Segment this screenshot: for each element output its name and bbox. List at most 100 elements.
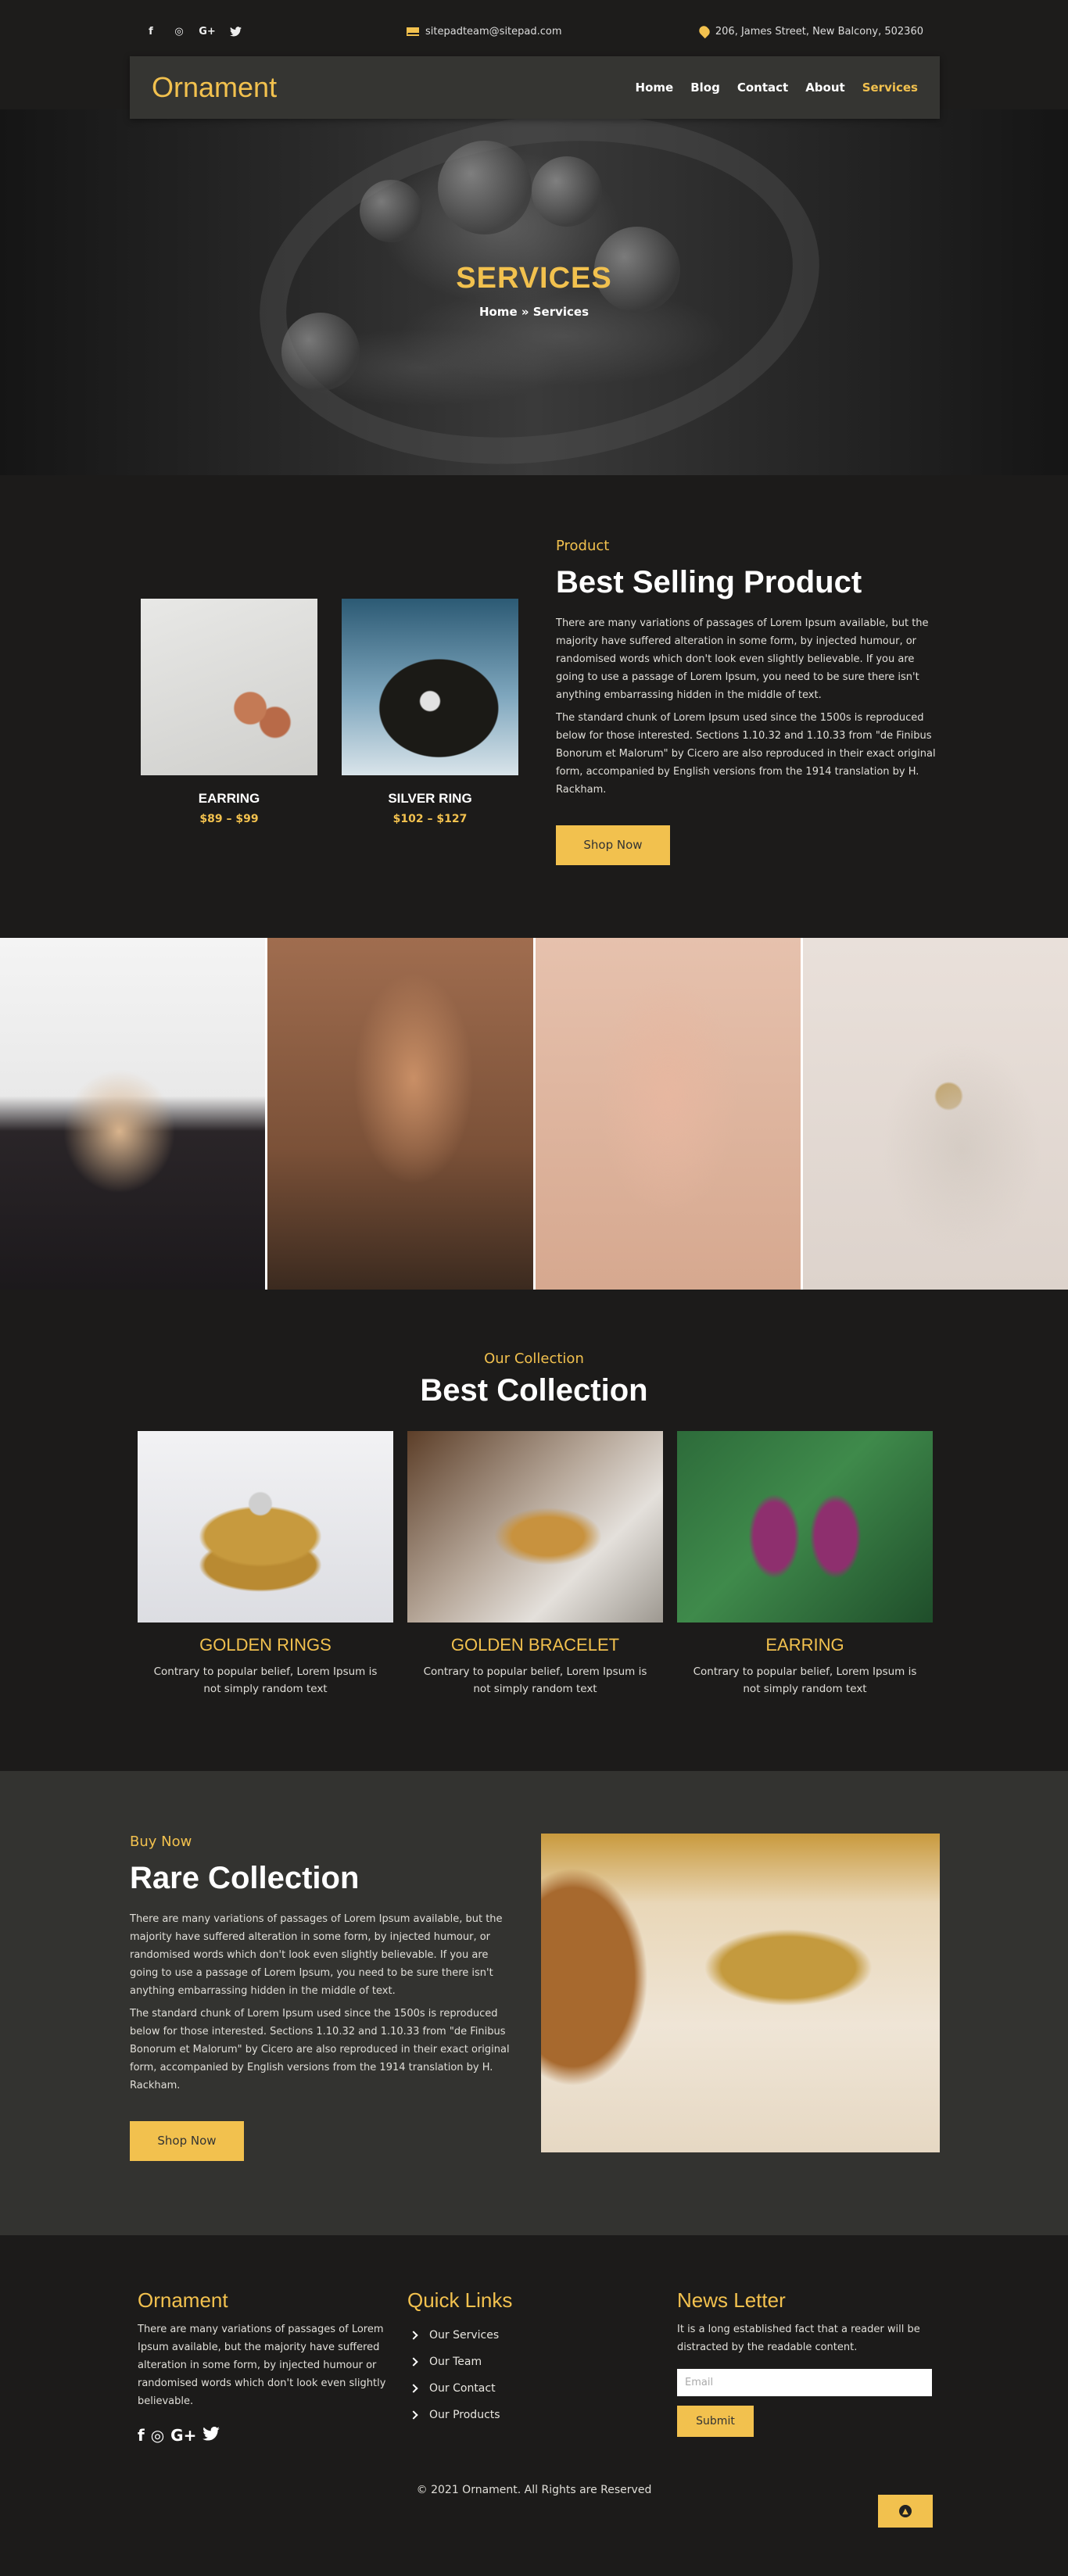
- quick-link-label[interactable]: Our Contact: [429, 2375, 496, 2402]
- address-text: 206, James Street, New Balcony, 502360: [715, 25, 923, 38]
- section-eyebrow: Product: [556, 538, 610, 554]
- chevron-right-icon: [409, 2331, 418, 2340]
- twitter-icon[interactable]: [229, 25, 242, 38]
- footer-brand: Ornament: [138, 2288, 228, 2312]
- rare-collection-text: Buy Now Rare Collection There are many v…: [130, 1834, 513, 2161]
- collection-name[interactable]: EARRING: [677, 1635, 933, 1655]
- footer-about-text: There are many variations of passages of…: [138, 2324, 386, 2407]
- section-title: Rare Collection: [130, 1861, 360, 1895]
- breadcrumb[interactable]: Home » Services: [0, 305, 1068, 319]
- gallery-image-rings-plate: [802, 938, 1068, 1290]
- footer-newsletter: News Letter It is a long established fac…: [677, 2288, 935, 2437]
- newsletter-text: It is a long established fact that a rea…: [677, 2324, 920, 2353]
- collection-description: Contrary to popular belief, Lorem Ipsum …: [693, 1665, 917, 1695]
- google-plus-icon[interactable]: G+: [170, 2426, 196, 2445]
- golden-bracelet-image[interactable]: [407, 1431, 663, 1623]
- main-menu: Home Blog Contact About Services: [636, 80, 918, 95]
- hero-gem: [438, 141, 532, 234]
- social-links: f ◎ G+: [145, 25, 242, 38]
- section-paragraph: The standard chunk of Lorem Ipsum used s…: [556, 712, 936, 796]
- quick-link-item[interactable]: Our Contact: [407, 2375, 642, 2402]
- nav-home[interactable]: Home: [636, 80, 674, 95]
- arrow-up-icon: ▲: [899, 2505, 912, 2517]
- product-price: $102 – $127: [392, 813, 468, 825]
- product-card[interactable]: SILVER RING $102 – $127: [342, 599, 518, 825]
- section-title: Best Collection: [420, 1373, 648, 1408]
- quick-link-label[interactable]: Our Products: [429, 2402, 500, 2428]
- brand-logo[interactable]: Ornament: [152, 71, 277, 104]
- nav-services[interactable]: Services: [862, 80, 918, 95]
- hero-banner: SERVICES Home » Services: [0, 109, 1068, 475]
- golden-rings-image[interactable]: [138, 1431, 393, 1623]
- instagram-icon[interactable]: ◎: [173, 25, 185, 38]
- envelope-icon: [407, 27, 419, 36]
- silver-ring-product-image[interactable]: [342, 599, 518, 775]
- chevron-right-icon: [409, 2384, 418, 2393]
- quick-link-item[interactable]: Our Products: [407, 2402, 642, 2428]
- quick-link-item[interactable]: Our Services: [407, 2322, 642, 2349]
- hero-gem: [281, 313, 360, 391]
- section-eyebrow: Our Collection: [484, 1351, 584, 1367]
- section-title: Best Selling Product: [556, 565, 862, 599]
- instagram-icon[interactable]: ◎: [151, 2426, 164, 2445]
- facebook-icon[interactable]: f: [138, 2426, 145, 2445]
- section-paragraph: The standard chunk of Lorem Ipsum used s…: [130, 2008, 510, 2091]
- best-selling-section: EARRING $89 – $99 SILVER RING $102 – $12…: [0, 475, 1068, 938]
- product-price: $89 – $99: [199, 813, 259, 825]
- nav-about[interactable]: About: [805, 80, 845, 95]
- product-card[interactable]: EARRING $89 – $99: [141, 599, 317, 825]
- hero-gem: [360, 180, 422, 242]
- earring-image[interactable]: [677, 1431, 933, 1623]
- section-paragraph: There are many variations of passages of…: [556, 617, 929, 701]
- rare-collection-image: [541, 1834, 940, 2152]
- footer-social: f ◎ G+: [138, 2426, 389, 2445]
- collection-description: Contrary to popular belief, Lorem Ipsum …: [423, 1665, 647, 1695]
- twitter-icon[interactable]: [202, 2426, 220, 2445]
- chevron-right-icon: [409, 2357, 418, 2367]
- product-name[interactable]: EARRING: [141, 791, 317, 807]
- page-title: SERVICES: [456, 262, 612, 295]
- collection-name[interactable]: GOLDEN RINGS: [138, 1635, 393, 1655]
- quick-links-list: Our Services Our Team Our Contact Our Pr…: [407, 2322, 642, 2428]
- navbar: Ornament Home Blog Contact About Service…: [130, 56, 940, 119]
- collection-name[interactable]: GOLDEN BRACELET: [407, 1635, 663, 1655]
- submit-button[interactable]: Submit: [677, 2406, 754, 2437]
- contact-email: sitepadteam@sitepad.com: [407, 26, 562, 38]
- google-plus-icon[interactable]: G+: [199, 25, 216, 38]
- rare-collection-section: Buy Now Rare Collection There are many v…: [0, 1771, 1068, 2235]
- quick-link-label[interactable]: Our Services: [429, 2322, 499, 2349]
- section-paragraph: There are many variations of passages of…: [130, 1913, 503, 1997]
- product-name[interactable]: SILVER RING: [342, 791, 518, 807]
- nav-contact[interactable]: Contact: [737, 80, 788, 95]
- shop-now-button[interactable]: Shop Now: [556, 825, 670, 865]
- section-eyebrow: Buy Now: [130, 1834, 192, 1850]
- quick-link-label[interactable]: Our Team: [429, 2349, 482, 2375]
- collection-card[interactable]: EARRING Contrary to popular belief, Lore…: [677, 1431, 933, 1698]
- collection-card[interactable]: GOLDEN BRACELET Contrary to popular beli…: [407, 1431, 663, 1698]
- footer-about: Ornament There are many variations of pa…: [138, 2288, 389, 2445]
- footer-quick-links: Quick Links Our Services Our Team Our Co…: [407, 2288, 642, 2428]
- best-selling-text: Product Best Selling Product There are m…: [556, 538, 939, 865]
- site-footer: Ornament There are many variations of pa…: [0, 2235, 1068, 2574]
- nav-blog[interactable]: Blog: [690, 80, 720, 95]
- quick-links-title: Quick Links: [407, 2288, 513, 2312]
- email-field[interactable]: [677, 2369, 932, 2396]
- collection-cards: GOLDEN RINGS Contrary to popular belief,…: [138, 1431, 933, 1698]
- chevron-right-icon: [409, 2410, 418, 2420]
- topbar-row: f ◎ G+ sitepadteam@sitepad.com 206, Jame…: [145, 22, 923, 41]
- gallery-image-necklace: [267, 938, 536, 1290]
- shop-now-button[interactable]: Shop Now: [130, 2121, 244, 2161]
- collection-description: Contrary to popular belief, Lorem Ipsum …: [153, 1665, 378, 1695]
- quick-link-item[interactable]: Our Team: [407, 2349, 642, 2375]
- facebook-icon[interactable]: f: [145, 25, 157, 38]
- collection-section: Our Collection Best Collection GOLDEN RI…: [0, 1290, 1068, 1771]
- contact-address: 206, James Street, New Balcony, 502360: [697, 23, 923, 39]
- map-pin-icon: [697, 23, 712, 39]
- scroll-to-top-button[interactable]: ▲: [878, 2495, 933, 2528]
- earring-product-image[interactable]: [141, 599, 317, 775]
- gallery-image-hands: [535, 938, 803, 1290]
- collection-card[interactable]: GOLDEN RINGS Contrary to popular belief,…: [138, 1431, 393, 1698]
- hero-gem: [532, 156, 602, 227]
- email-text[interactable]: sitepadteam@sitepad.com: [425, 26, 562, 38]
- newsletter-title: News Letter: [677, 2288, 786, 2312]
